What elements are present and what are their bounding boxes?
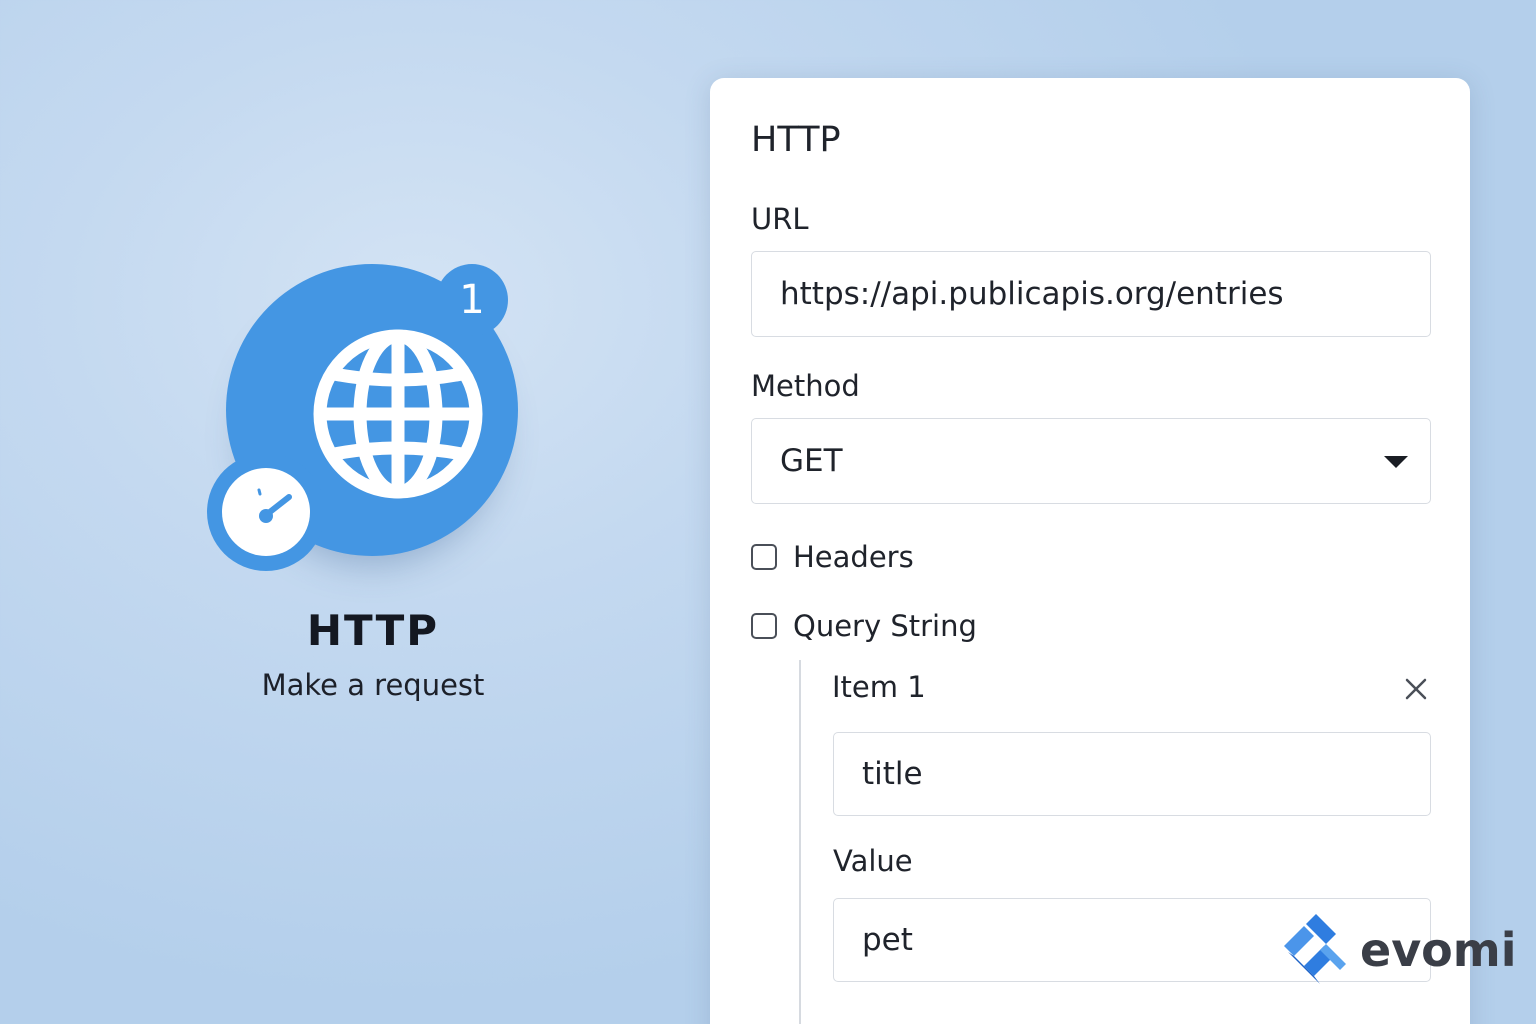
evomi-logo-text: evomi [1360,923,1517,977]
query-item-name-value: title [862,756,923,792]
query-item-value-label: Value [833,844,913,878]
query-item-group-line [799,660,801,1024]
query-item-title: Item 1 [832,670,926,704]
url-label: URL [751,202,809,236]
method-label: Method [751,369,860,403]
method-value: GET [780,443,843,479]
method-select[interactable]: GET [751,418,1431,504]
globe-icon [313,329,483,499]
http-settings-panel: HTTP URL https://api.publicapis.org/entr… [710,78,1470,1024]
close-icon[interactable] [1402,675,1430,703]
query-string-label: Query String [793,609,977,643]
schedule-badge[interactable] [207,453,325,571]
caret-down-icon [1384,456,1408,468]
url-input[interactable]: https://api.publicapis.org/entries [751,251,1431,337]
notification-badge: 1 [436,264,508,336]
headers-label: Headers [793,540,914,574]
query-string-checkbox[interactable] [751,613,777,639]
evomi-logo-mark [1284,914,1346,984]
query-item-name-input[interactable]: title [833,732,1431,816]
module-subtitle: Make a request [261,668,485,702]
headers-checkbox[interactable] [751,544,777,570]
query-item-value: pet [862,922,913,958]
query-string-option[interactable]: Query String [751,609,977,643]
http-module-node[interactable]: 1 [200,260,530,590]
headers-option[interactable]: Headers [751,540,914,574]
module-title: HTTP [306,606,440,655]
panel-title: HTTP [751,120,841,160]
clock-icon [222,468,310,556]
url-value: https://api.publicapis.org/entries [780,276,1284,312]
evomi-logo: evomi [1280,912,1517,988]
